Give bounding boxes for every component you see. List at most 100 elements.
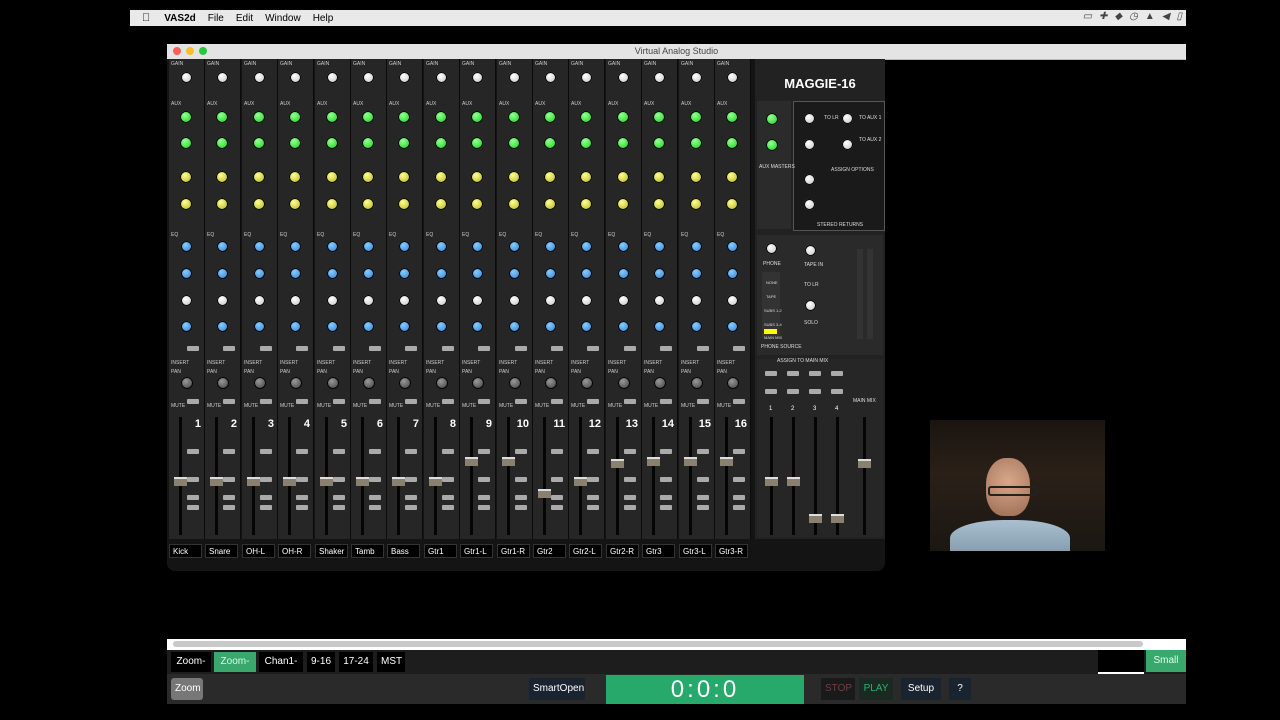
eq-mid-knob[interactable] <box>217 268 228 279</box>
low-cut-button[interactable] <box>515 346 527 351</box>
channel-name-field[interactable]: OH-R <box>278 544 311 558</box>
channel-fader[interactable] <box>652 417 655 535</box>
airplay-icon[interactable]: ▲ <box>1145 11 1155 22</box>
menu-app-name[interactable]: VAS2d <box>164 13 196 24</box>
aux-2-knob[interactable] <box>253 137 265 149</box>
low-cut-button[interactable] <box>697 346 709 351</box>
source-mainmix-indicator[interactable] <box>764 329 777 334</box>
channel-fader[interactable] <box>325 417 328 535</box>
aux-4-knob[interactable] <box>617 198 629 210</box>
eq-mid-knob[interactable] <box>363 268 374 279</box>
return-2-aux2-knob[interactable] <box>842 139 853 150</box>
low-cut-button[interactable] <box>478 346 490 351</box>
fader-cap[interactable] <box>429 477 442 486</box>
lr-button[interactable] <box>333 505 345 510</box>
fader-cap[interactable] <box>320 477 333 486</box>
eq-low-knob[interactable] <box>509 321 520 332</box>
menu-window[interactable]: Window <box>265 13 301 24</box>
aux-3-knob[interactable] <box>398 171 410 183</box>
aux-4-knob[interactable] <box>326 198 338 210</box>
mute-button[interactable] <box>697 399 709 404</box>
channel-fader[interactable] <box>288 417 291 535</box>
bus-1-2-button[interactable] <box>369 477 381 482</box>
menu-edit[interactable]: Edit <box>236 13 253 24</box>
channel-name-field[interactable]: Gtr1-R <box>497 544 530 558</box>
fader-cap[interactable] <box>283 477 296 486</box>
aux-3-knob[interactable] <box>180 171 192 183</box>
aux-2-knob[interactable] <box>580 137 592 149</box>
gain-knob[interactable] <box>217 72 228 83</box>
sub-1-fader-cap[interactable] <box>765 477 778 486</box>
pan-knob[interactable] <box>618 377 630 389</box>
aux-1-knob[interactable] <box>180 111 192 123</box>
fader-cap[interactable] <box>502 457 515 466</box>
eq-low-knob[interactable] <box>727 321 738 332</box>
pan-knob[interactable] <box>181 377 193 389</box>
fader-cap[interactable] <box>720 457 733 466</box>
dropbox-icon[interactable]: ◆ <box>1114 11 1122 22</box>
mute-button[interactable] <box>187 399 199 404</box>
aux-1-knob[interactable] <box>362 111 374 123</box>
bus-1-2-button[interactable] <box>296 477 308 482</box>
aux-4-knob[interactable] <box>216 198 228 210</box>
bus-3-4-button[interactable] <box>260 495 272 500</box>
eq-hi-knob[interactable] <box>254 241 265 252</box>
aux-4-knob[interactable] <box>362 198 374 210</box>
gain-knob[interactable] <box>181 72 192 83</box>
main-mix-fader[interactable] <box>863 417 866 535</box>
aux-master-1-knob[interactable] <box>766 113 778 125</box>
bus-3-4-button[interactable] <box>442 495 454 500</box>
low-cut-button[interactable] <box>405 346 417 351</box>
return-2-lr-knob[interactable] <box>804 199 815 210</box>
eq-mid-knob[interactable] <box>327 268 338 279</box>
solo-button[interactable] <box>187 449 199 454</box>
bus-1-2-button[interactable] <box>260 477 272 482</box>
aux-3-knob[interactable] <box>471 171 483 183</box>
mute-button[interactable] <box>260 399 272 404</box>
bus-1-2-button[interactable] <box>624 477 636 482</box>
aux-1-knob[interactable] <box>398 111 410 123</box>
eq-mid-knob[interactable] <box>618 268 629 279</box>
assign-3-left-button[interactable] <box>809 371 821 376</box>
gain-knob[interactable] <box>654 72 665 83</box>
channel-fader[interactable] <box>579 417 582 535</box>
lr-button[interactable] <box>478 505 490 510</box>
smartopen-button[interactable]: SmartOpen <box>529 678 585 700</box>
phone-level-knob[interactable] <box>766 243 777 254</box>
volume-icon[interactable]: ◀ <box>1162 11 1170 22</box>
solo-button[interactable] <box>551 449 563 454</box>
eq-mid-knob[interactable] <box>727 268 738 279</box>
eq-hi-knob[interactable] <box>327 241 338 252</box>
fader-cap[interactable] <box>574 477 587 486</box>
channel-name-field[interactable]: Gtr3-L <box>679 544 712 558</box>
channel-fader[interactable] <box>397 417 400 535</box>
gain-knob[interactable] <box>472 72 483 83</box>
fader-cap[interactable] <box>356 477 369 486</box>
bus-3-4-button[interactable] <box>187 495 199 500</box>
source-none-button[interactable]: NONE <box>766 280 778 285</box>
fader-cap[interactable] <box>611 459 624 468</box>
tab-chan-1-8[interactable]: Chan1-8 <box>259 652 303 687</box>
bus-1-2-button[interactable] <box>405 477 417 482</box>
channel-fader[interactable] <box>179 417 182 535</box>
aux-4-knob[interactable] <box>508 198 520 210</box>
close-window-icon[interactable] <box>173 47 181 55</box>
eq-freq-knob[interactable] <box>654 295 665 306</box>
eq-low-knob[interactable] <box>472 321 483 332</box>
eq-low-knob[interactable] <box>436 321 447 332</box>
eq-freq-knob[interactable] <box>399 295 410 306</box>
menu-file[interactable]: File <box>208 13 224 24</box>
aux-2-knob[interactable] <box>508 137 520 149</box>
channel-name-field[interactable]: Gtr1-L <box>460 544 493 558</box>
eq-low-knob[interactable] <box>399 321 410 332</box>
bus-1-2-button[interactable] <box>733 477 745 482</box>
eq-freq-knob[interactable] <box>545 295 556 306</box>
aux-2-knob[interactable] <box>726 137 738 149</box>
aux-3-knob[interactable] <box>508 171 520 183</box>
sub-2-fader-cap[interactable] <box>787 477 800 486</box>
mute-button[interactable] <box>587 399 599 404</box>
mute-button[interactable] <box>515 399 527 404</box>
lr-button[interactable] <box>369 505 381 510</box>
sub-1-fader[interactable] <box>770 417 773 535</box>
source-mainmix-button[interactable]: MAIN MIX <box>764 335 782 340</box>
